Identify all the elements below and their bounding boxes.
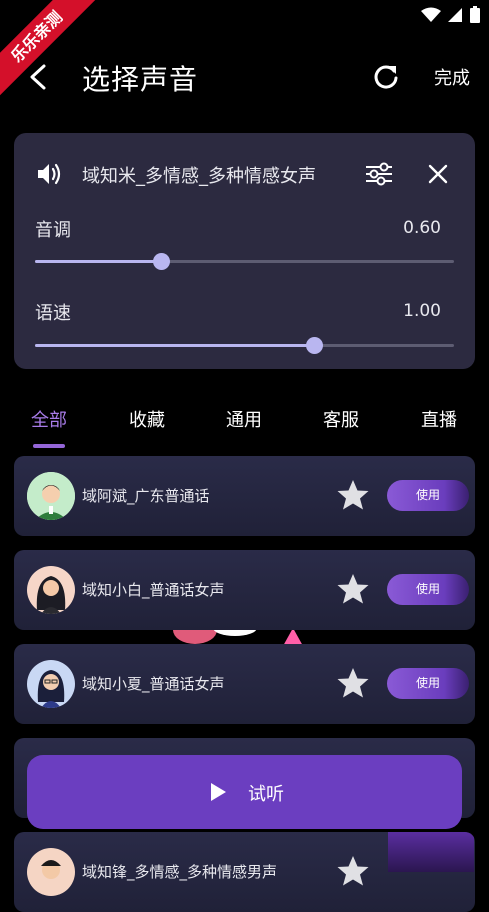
voice-settings-card: 域知米_多情感_多种情感女声 音调 0.60 语速 1.00 [14, 133, 475, 369]
voice-row[interactable]: 域知锋_多情感_多种情感男声 [14, 832, 475, 912]
tab-all[interactable]: 全部 [31, 406, 67, 432]
voice-name: 域知锋_多情感_多种情感男声 [82, 863, 278, 881]
refresh-icon[interactable] [372, 62, 400, 90]
pitch-slider-fill [35, 260, 161, 263]
avatar [27, 848, 75, 896]
voice-row[interactable]: 域知小夏_普通话女声 使用 [14, 644, 475, 724]
pitch-label: 音调 [35, 220, 71, 241]
use-button[interactable]: 使用 [387, 574, 469, 605]
category-tabs: 全部 收藏 通用 客服 直播 [0, 400, 489, 450]
status-bar: 乐乐亲测 [0, 0, 489, 101]
voice-row[interactable]: 域知小白_普通话女声 使用 [14, 550, 475, 630]
tab-general[interactable]: 通用 [226, 406, 262, 432]
battery-icon [470, 6, 480, 23]
speed-label: 语速 [35, 303, 71, 324]
avatar [27, 660, 75, 708]
wifi-icon [421, 7, 441, 22]
tab-favorites[interactable]: 收藏 [129, 406, 165, 432]
voice-name: 域知小白_普通话女声 [82, 581, 225, 599]
use-button[interactable]: 使用 [387, 480, 469, 511]
pitch-slider-thumb[interactable] [152, 253, 170, 270]
pitch-value: 0.60 [403, 218, 441, 238]
star-icon[interactable] [336, 478, 370, 512]
listen-button[interactable]: 试听 [27, 755, 462, 829]
use-button[interactable]: 使用 [387, 668, 469, 699]
avatar [27, 472, 75, 520]
speed-slider-thumb[interactable] [305, 337, 323, 354]
avatar [27, 566, 75, 614]
voice-name: 域知小夏_普通话女声 [82, 675, 225, 693]
close-icon[interactable] [427, 163, 449, 185]
speed-slider-fill [35, 344, 314, 347]
speed-value: 1.00 [403, 301, 441, 321]
star-icon[interactable] [336, 666, 370, 700]
active-tab-indicator [33, 444, 65, 448]
star-icon[interactable] [336, 572, 370, 606]
back-arrow-icon[interactable] [26, 62, 52, 92]
background-illustration [388, 832, 474, 872]
tune-settings-icon[interactable] [364, 161, 394, 187]
page-title: 选择声音 [82, 63, 199, 96]
play-icon [211, 783, 226, 801]
signal-icon [448, 8, 462, 22]
speed-slider[interactable] [35, 337, 454, 354]
pitch-slider[interactable] [35, 253, 454, 270]
tab-customer-service[interactable]: 客服 [323, 406, 359, 432]
listen-label: 试听 [248, 784, 284, 805]
done-button[interactable]: 完成 [434, 64, 470, 90]
voice-name: 域阿斌_广东普通话 [82, 487, 210, 505]
speaker-icon [38, 163, 61, 185]
tab-live[interactable]: 直播 [421, 406, 457, 432]
header: 选择声音 完成 [0, 46, 489, 106]
voice-row[interactable]: 域阿斌_广东普通话 使用 [14, 456, 475, 536]
current-voice-name: 域知米_多情感_多种情感女声 [82, 166, 316, 187]
star-icon[interactable] [336, 854, 370, 888]
